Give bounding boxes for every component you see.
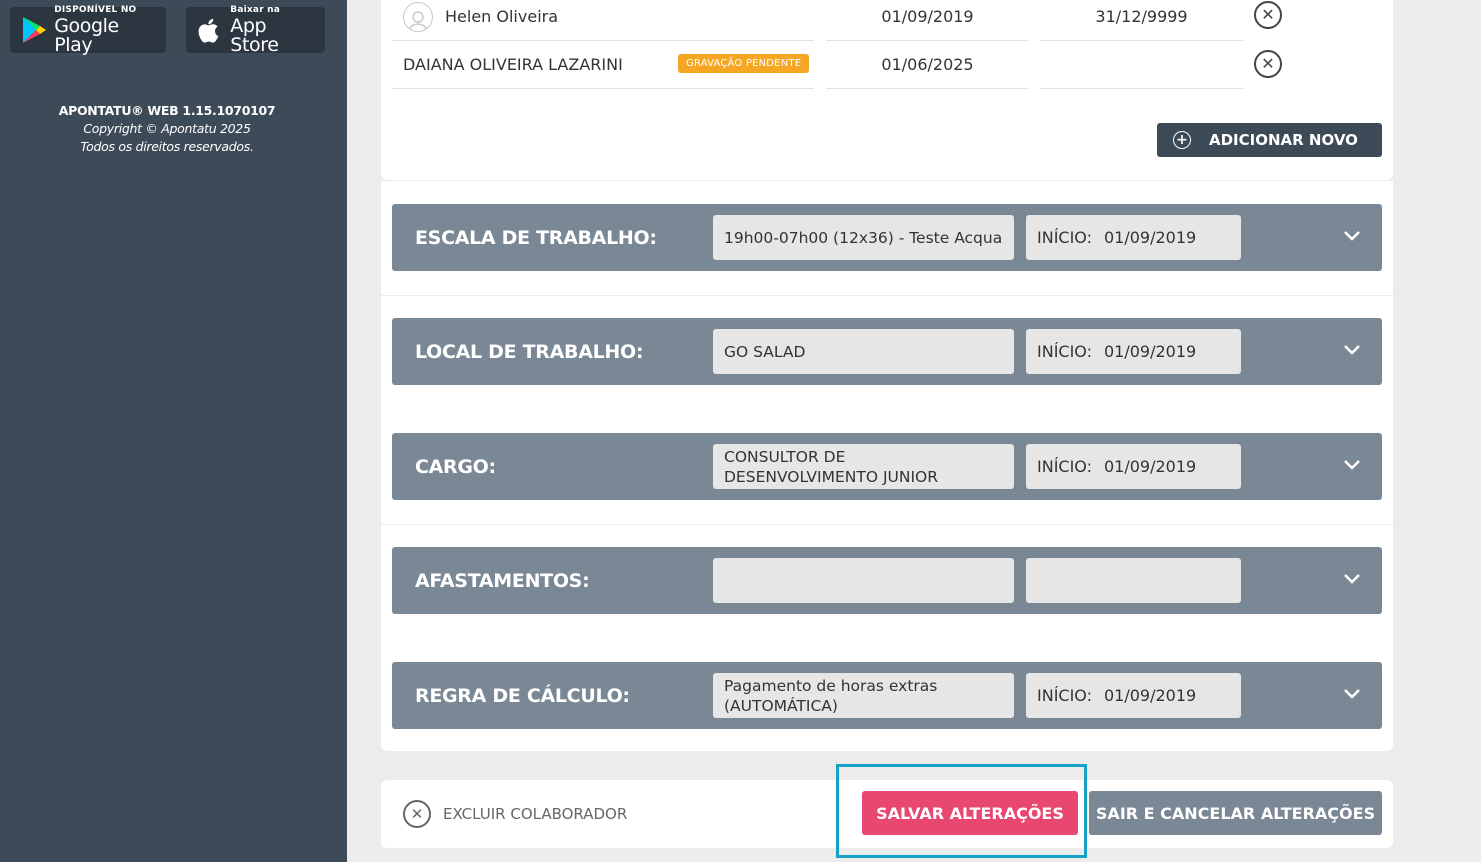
- app-store-big-text: App Store: [230, 14, 279, 56]
- section-start: INÍCIO: 01/09/2019: [1026, 329, 1241, 374]
- start-date: 01/09/2019: [1104, 342, 1197, 361]
- cancel-changes-button[interactable]: SAIR E CANCELAR ALTERAÇÕES: [1089, 791, 1382, 835]
- section-title: REGRA DE CÁLCULO:: [415, 684, 630, 707]
- apple-icon: [196, 15, 224, 45]
- table-row: Helen Oliveira 01/09/2019 31/12/9999: [392, 0, 1244, 41]
- section-start: [1026, 558, 1241, 603]
- delete-label: EXCLUIR COLABORADOR: [443, 805, 628, 823]
- pending-badge: GRAVAÇÃO PENDENTE: [678, 54, 810, 73]
- plus-icon: +: [1173, 131, 1191, 149]
- row-name: DAIANA OLIVEIRA LAZARINI: [403, 55, 623, 74]
- app-store-badge[interactable]: Baixar na App Store: [186, 4, 325, 56]
- remove-row-button[interactable]: ✕: [1254, 50, 1282, 78]
- start-date: 01/09/2019: [1104, 457, 1197, 476]
- chevron-down-icon[interactable]: [1342, 340, 1362, 360]
- start-label: INÍCIO:: [1037, 342, 1092, 361]
- sidebar-info: APONTATU® WEB 1.15.1070107 Copyright © A…: [0, 102, 334, 156]
- chevron-down-icon[interactable]: [1342, 455, 1362, 475]
- start-label: INÍCIO:: [1037, 228, 1092, 247]
- section-title: AFASTAMENTOS:: [415, 569, 590, 592]
- remove-icon: ✕: [1261, 54, 1275, 73]
- row-name: Helen Oliveira: [445, 7, 559, 26]
- section-value: Pagamento de horas extras (AUTOMÁTICA): [713, 673, 1014, 718]
- delete-icon: ✕: [403, 800, 431, 828]
- sidebar: DISPONÍVEL NO Google Play Baixar na App …: [0, 0, 347, 862]
- table-row: DAIANA OLIVEIRA LAZARINI GRAVAÇÃO PENDEN…: [392, 41, 1244, 89]
- section-value: 19h00-07h00 (12x36) - Teste Acqua: [713, 215, 1014, 260]
- start-label: INÍCIO:: [1037, 457, 1092, 476]
- start-date: 01/09/2019: [1104, 686, 1197, 705]
- section-value: GO SALAD: [713, 329, 1014, 374]
- copyright: Copyright © Apontatu 2025: [83, 121, 251, 136]
- google-play-icon: [20, 15, 48, 45]
- avatar-icon: [403, 1, 433, 32]
- chevron-down-icon[interactable]: [1342, 569, 1362, 589]
- add-new-button[interactable]: + ADICIONAR NOVO: [1157, 123, 1382, 157]
- section-start: INÍCIO: 01/09/2019: [1026, 444, 1241, 489]
- remove-row-button[interactable]: ✕: [1254, 1, 1282, 29]
- google-play-big-text: Google Play: [54, 14, 119, 56]
- start-label: INÍCIO:: [1037, 686, 1092, 705]
- section-title: CARGO:: [415, 455, 496, 478]
- section-value: CONSULTOR DE DESENVOLVIMENTO JUNIOR: [713, 444, 1014, 489]
- google-play-badge[interactable]: DISPONÍVEL NO Google Play: [10, 4, 166, 56]
- section-start: INÍCIO: 01/09/2019: [1026, 673, 1241, 718]
- app-store-small-text: Baixar na: [230, 4, 281, 15]
- section-title: ESCALA DE TRABALHO:: [415, 226, 657, 249]
- chevron-down-icon[interactable]: [1342, 684, 1362, 704]
- section-work-schedule[interactable]: ESCALA DE TRABALHO: 19h00-07h00 (12x36) …: [392, 204, 1382, 271]
- section-position[interactable]: CARGO: CONSULTOR DE DESENVOLVIMENTO JUNI…: [392, 433, 1382, 500]
- section-leaves[interactable]: AFASTAMENTOS:: [392, 547, 1382, 614]
- start-date: 01/09/2019: [1104, 228, 1197, 247]
- remove-icon: ✕: [1261, 5, 1275, 24]
- row-end-date: 31/12/9999: [1095, 7, 1188, 26]
- chevron-down-icon[interactable]: [1342, 226, 1362, 246]
- section-work-location[interactable]: LOCAL DE TRABALHO: GO SALAD INÍCIO: 01/0…: [392, 318, 1382, 385]
- section-title: LOCAL DE TRABALHO:: [415, 340, 644, 363]
- section-calculation-rule[interactable]: REGRA DE CÁLCULO: Pagamento de horas ext…: [392, 662, 1382, 729]
- row-start-date: 01/06/2025: [881, 55, 974, 74]
- save-changes-button[interactable]: SALVAR ALTERAÇÕES: [862, 791, 1078, 835]
- delete-collaborator-button[interactable]: ✕ EXCLUIR COLABORADOR: [403, 799, 627, 829]
- google-play-small-text: DISPONÍVEL NO: [54, 4, 137, 15]
- section-start: INÍCIO: 01/09/2019: [1026, 215, 1241, 260]
- rights-text: Todos os direitos reservados.: [80, 139, 254, 154]
- row-start-date: 01/09/2019: [881, 7, 974, 26]
- add-new-label: ADICIONAR NOVO: [1209, 131, 1358, 149]
- app-version: APONTATU® WEB 1.15.1070107: [58, 103, 276, 118]
- section-value: [713, 558, 1014, 603]
